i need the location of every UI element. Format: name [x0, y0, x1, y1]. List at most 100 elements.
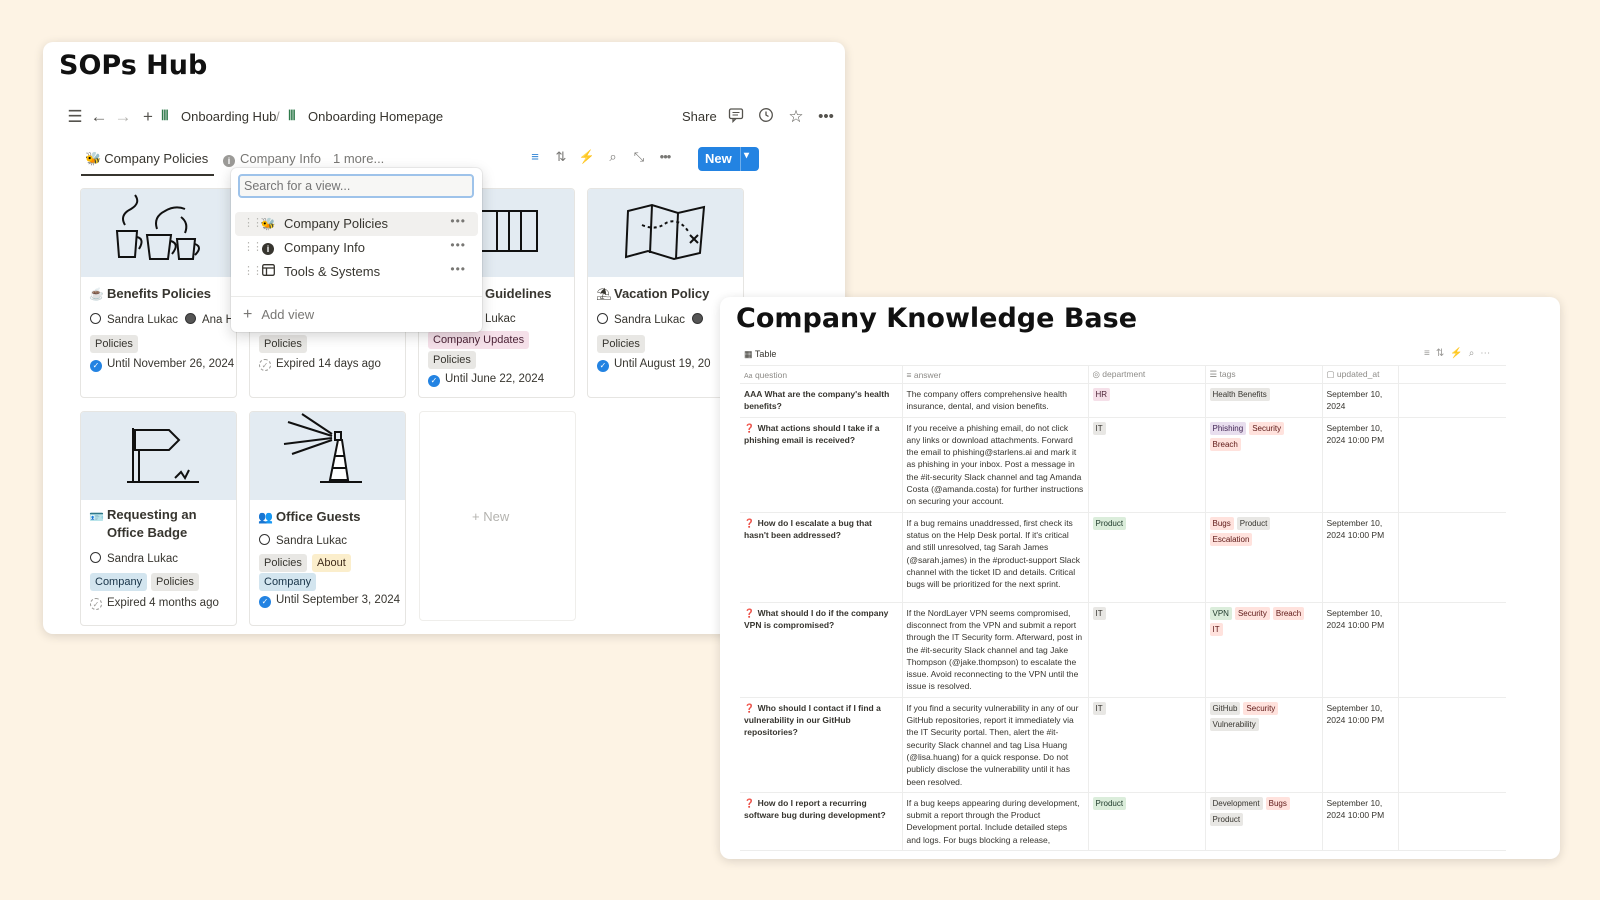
table-row[interactable]: ❓ What should I do if the company VPN is …	[740, 602, 1506, 698]
expand-icon[interactable]: ⤡	[630, 148, 648, 166]
cell-updated-at[interactable]: September 10, 2024 10:00 PM	[1322, 792, 1399, 852]
clock-icon[interactable]	[756, 107, 776, 127]
table-row[interactable]: ❓ What actions should I take if a phishin…	[740, 417, 1506, 513]
filter-icon[interactable]: ≡	[526, 148, 544, 166]
more-options-icon[interactable]: •••	[450, 214, 466, 228]
sops-hub-title: SOPs Hub	[59, 50, 208, 81]
cell-tags[interactable]: GitHub Security Vulnerability	[1205, 697, 1323, 793]
comment-icon[interactable]	[726, 107, 746, 127]
tag-chip: IT	[1209, 622, 1223, 636]
cell-answer[interactable]: The company offers comprehensive health …	[902, 383, 1089, 418]
cell-question[interactable]: ❓ How do I report a recurring software bu…	[740, 792, 903, 852]
share-button[interactable]: Share	[682, 109, 717, 124]
forward-arrow-icon[interactable]: →	[113, 107, 133, 127]
cell-tags[interactable]: VPN Security Breach IT	[1205, 602, 1323, 698]
cell-updated-at[interactable]: September 10, 2024	[1322, 383, 1399, 418]
search-views-input[interactable]	[238, 174, 474, 198]
cell-question[interactable]: ❓ What should I do if the company VPN is …	[740, 602, 903, 698]
column-header-answer[interactable]: ≡ answer	[902, 365, 1089, 384]
cell-updated-at[interactable]: September 10, 2024 10:00 PM	[1322, 602, 1399, 698]
column-header-question[interactable]: Aa question	[740, 365, 903, 384]
drag-handle-icon[interactable]: ⋮⋮	[243, 216, 263, 229]
cell-answer[interactable]: If a bug remains unaddressed, first chec…	[902, 512, 1089, 603]
cell-answer[interactable]: If you receive a phishing email, do not …	[902, 417, 1089, 513]
cell-updated-at[interactable]: September 10, 2024 10:00 PM	[1322, 417, 1399, 513]
add-new-card[interactable]: + New	[419, 411, 576, 621]
view-item-company-policies[interactable]: ⋮⋮ 🐝 Company Policies •••	[235, 212, 478, 236]
back-arrow-icon[interactable]: ←	[89, 107, 109, 127]
table-row[interactable]: ❓ How do I escalate a bug that hasn't bee…	[740, 512, 1506, 603]
cell-department[interactable]: IT	[1088, 697, 1206, 793]
column-header-updated-at[interactable]: ▢ updated_at	[1322, 365, 1399, 384]
breadcrumb-onboarding-hub[interactable]: Onboarding Hub	[181, 109, 276, 124]
tag-policies: Policies	[597, 335, 645, 353]
cell-tags[interactable]: Health Benefits	[1205, 383, 1323, 418]
cell-tags[interactable]: Development Bugs Product	[1205, 792, 1323, 852]
card-cover-coffee	[81, 189, 236, 277]
filter-icon[interactable]: ≡	[1424, 348, 1436, 359]
cell-department[interactable]: HR	[1088, 383, 1206, 418]
new-button[interactable]: New ▾	[698, 147, 759, 171]
cell-question[interactable]: AAA What are the company's health benefi…	[740, 383, 903, 418]
tag-policies: Policies	[259, 554, 307, 572]
table-row[interactable]: ❓ Who should I contact if I find a vulner…	[740, 697, 1506, 793]
more-options-icon[interactable]: •••	[450, 262, 466, 276]
tag-policies: Policies	[259, 335, 307, 353]
table-row[interactable]: ❓ How do I report a recurring software bu…	[740, 792, 1506, 852]
search-icon[interactable]: ⌕	[1469, 348, 1481, 359]
more-options-icon[interactable]: •••	[816, 107, 836, 127]
add-view-button[interactable]: + Add view	[243, 306, 314, 324]
cell-tags[interactable]: Bugs Product Escalation	[1205, 512, 1323, 603]
sort-icon[interactable]: ⇅	[552, 148, 570, 166]
cell-tags[interactable]: Phishing Security Breach	[1205, 417, 1323, 513]
sort-icon[interactable]: ⇅	[1436, 348, 1450, 359]
cell-question[interactable]: ❓ What actions should I take if a phishin…	[740, 417, 903, 513]
cell-answer[interactable]: If you find a security vulnerability in …	[902, 697, 1089, 793]
cell-department[interactable]: Product	[1088, 792, 1206, 852]
cell-department[interactable]: IT	[1088, 417, 1206, 513]
automation-lightning-icon[interactable]: ⚡	[1450, 348, 1468, 359]
card-cover-signpost	[81, 412, 236, 500]
breadcrumb-onboarding-homepage[interactable]: Onboarding Homepage	[308, 109, 443, 124]
more-options-icon[interactable]: •••	[450, 238, 466, 252]
cell-question[interactable]: ❓ How do I escalate a bug that hasn't bee…	[740, 512, 903, 603]
view-item-company-info[interactable]: ⋮⋮ i Company Info •••	[235, 236, 478, 260]
automation-lightning-icon[interactable]: ⚡	[578, 148, 596, 166]
tag-chip: Development	[1209, 796, 1263, 810]
view-tab-table[interactable]: ▦ Table	[744, 349, 776, 360]
verified-check-icon: ✓	[90, 360, 102, 372]
menu-icon[interactable]: ☰	[65, 107, 85, 127]
card-benefits-policies[interactable]: ☕ Benefits Policies Sandra Lukac Ana Ha P…	[80, 188, 237, 398]
star-icon[interactable]: ☆	[786, 107, 806, 127]
tag-company-updates: Company Updates	[428, 331, 530, 349]
card-requesting-office-badge[interactable]: 🪪 Requesting an Office Badge Sandra Luka…	[80, 411, 237, 626]
cell-updated-at[interactable]: September 10, 2024 10:00 PM	[1322, 697, 1399, 793]
question-mark-icon: ❓	[744, 517, 755, 528]
more-icon[interactable]: •••	[656, 148, 674, 166]
more-icon[interactable]: ⋯	[1480, 348, 1496, 359]
cell-answer[interactable]: If the NordLayer VPN seems compromised, …	[902, 602, 1089, 698]
plus-icon[interactable]: +	[138, 107, 158, 127]
tag-chip: Product	[1209, 812, 1244, 826]
cell-answer[interactable]: If a bug keeps appearing during developm…	[902, 792, 1089, 852]
card-title-line2: Office Badge	[107, 525, 188, 540]
cell-department[interactable]: IT	[1088, 602, 1206, 698]
cell-question[interactable]: ❓ Who should I contact if I find a vulner…	[740, 697, 903, 793]
drag-handle-icon[interactable]: ⋮⋮	[243, 240, 263, 253]
view-item-tools-systems[interactable]: ⋮⋮ Tools & Systems •••	[235, 260, 478, 284]
search-icon[interactable]: ⌕	[604, 148, 622, 166]
expired-check-icon: ✓	[90, 598, 102, 610]
column-header-department[interactable]: ◎ department	[1088, 365, 1206, 384]
department-tag: IT	[1092, 421, 1106, 435]
card-status: ✓ Until September 3, 2024	[259, 594, 400, 608]
cell-updated-at[interactable]: September 10, 2024 10:00 PM	[1322, 512, 1399, 603]
verified-check-icon: ✓	[428, 375, 440, 387]
column-header-tags[interactable]: ☰ tags	[1205, 365, 1323, 384]
chevron-down-icon[interactable]: ▾	[744, 150, 749, 161]
card-office-guests[interactable]: 👥 Office Guests Sandra Lukac Policies Ab…	[249, 411, 406, 626]
divider	[231, 296, 482, 297]
cell-department[interactable]: Product	[1088, 512, 1206, 603]
table-row[interactable]: AAA What are the company's health benefi…	[740, 383, 1506, 418]
tab-company-policies[interactable]: 🐝 Company Policies	[81, 146, 214, 176]
drag-handle-icon[interactable]: ⋮⋮	[243, 264, 263, 277]
